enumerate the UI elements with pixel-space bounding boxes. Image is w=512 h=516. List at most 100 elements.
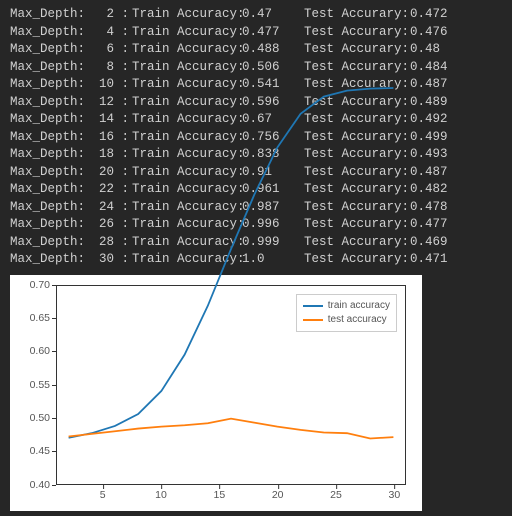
test-value: 0.477 [410,216,450,234]
output-row: Max_Depth: 28 :Train Accuracy:0.999Test … [10,234,502,252]
y-tick-label: 0.40 [30,479,50,491]
output-row: Max_Depth: 6 :Train Accuracy:0.488Test A… [10,41,502,59]
test-label: Test Accurary: [304,111,410,129]
depth-label: Max_Depth: [10,129,88,147]
test-label: Test Accurary: [304,94,410,112]
y-tick: 0.45 [10,445,50,457]
depth-label: Max_Depth: [10,181,88,199]
train-label: Train Accuracy: [132,129,242,147]
separator: : [114,76,132,94]
test-value: 0.48 [410,41,450,59]
test-label: Test Accurary: [304,146,410,164]
test-value: 0.487 [410,164,450,182]
train-label: Train Accuracy: [132,59,242,77]
output-row: Max_Depth: 18 :Train Accuracy:0.838Test … [10,146,502,164]
depth-value: 30 [88,251,114,269]
y-tick-label: 0.65 [30,312,50,324]
depth-label: Max_Depth: [10,234,88,252]
x-tick: 5 [100,489,106,501]
x-tick: 30 [388,489,400,501]
train-label: Train Accuracy: [132,181,242,199]
test-value: 0.492 [410,111,450,129]
test-label: Test Accurary: [304,41,410,59]
test-value: 0.478 [410,199,450,217]
x-tick-label: 10 [155,489,167,501]
test-label: Test Accurary: [304,251,410,269]
x-tick: 25 [330,489,342,501]
y-tick: 0.70 [10,279,50,291]
depth-value: 28 [88,234,114,252]
test-label: Test Accurary: [304,129,410,147]
legend-swatch [303,305,323,307]
separator: : [114,24,132,42]
test-value: 0.487 [410,76,450,94]
depth-value: 16 [88,129,114,147]
legend-label: train accuracy [328,300,390,311]
train-label: Train Accuracy: [132,76,242,94]
separator: : [114,59,132,77]
train-label: Train Accuracy: [132,146,242,164]
separator: : [114,251,132,269]
output-row: Max_Depth: 20 :Train Accuracy:0.91Test A… [10,164,502,182]
console-output: Max_Depth: 2 :Train Accuracy:0.47Test Ac… [10,6,502,269]
test-value: 0.469 [410,234,450,252]
chart-legend: train accuracy test accuracy [296,294,397,332]
depth-label: Max_Depth: [10,41,88,59]
output-row: Max_Depth: 16 :Train Accuracy:0.756Test … [10,129,502,147]
depth-label: Max_Depth: [10,76,88,94]
separator: : [114,41,132,59]
output-row: Max_Depth: 30 :Train Accuracy:1.0Test Ac… [10,251,502,269]
test-value: 0.471 [410,251,450,269]
train-label: Train Accuracy: [132,164,242,182]
separator: : [114,146,132,164]
legend-item: train accuracy [303,299,390,313]
train-label: Train Accuracy: [132,199,242,217]
x-tick-label: 5 [100,489,106,501]
separator: : [114,111,132,129]
train-label: Train Accuracy: [132,234,242,252]
separator: : [114,6,132,24]
test-value: 0.472 [410,6,450,24]
x-tick: 20 [272,489,284,501]
train-label: Train Accuracy: [132,216,242,234]
separator: : [114,164,132,182]
train-value: 1.0 [242,251,282,269]
depth-label: Max_Depth: [10,251,88,269]
depth-label: Max_Depth: [10,24,88,42]
y-tick: 0.40 [10,479,50,491]
test-label: Test Accurary: [304,234,410,252]
y-tick-label: 0.60 [30,345,50,357]
test-value: 0.499 [410,129,450,147]
depth-value: 6 [88,41,114,59]
separator: : [114,216,132,234]
depth-value: 12 [88,94,114,112]
depth-label: Max_Depth: [10,199,88,217]
separator: : [114,181,132,199]
depth-label: Max_Depth: [10,6,88,24]
train-label: Train Accuracy: [132,41,242,59]
series-line [69,418,394,438]
plot-area: train accuracy test accuracy [56,285,406,485]
train-value: 0.756 [242,129,282,147]
y-tick-label: 0.45 [30,445,50,457]
legend-label: test accuracy [328,314,387,325]
x-tick: 15 [213,489,225,501]
output-row: Max_Depth: 14 :Train Accuracy:0.67Test A… [10,111,502,129]
train-label: Train Accuracy: [132,6,242,24]
output-row: Max_Depth: 12 :Train Accuracy:0.596Test … [10,94,502,112]
depth-value: 4 [88,24,114,42]
y-tick-label: 0.55 [30,379,50,391]
depth-value: 22 [88,181,114,199]
train-value: 0.596 [242,94,282,112]
test-label: Test Accurary: [304,24,410,42]
x-tick-label: 30 [388,489,400,501]
output-row: Max_Depth: 8 :Train Accuracy:0.506Test A… [10,59,502,77]
y-tick-label: 0.70 [30,279,50,291]
test-label: Test Accurary: [304,216,410,234]
y-tick: 0.65 [10,312,50,324]
train-value: 0.541 [242,76,282,94]
depth-value: 18 [88,146,114,164]
depth-label: Max_Depth: [10,94,88,112]
legend-swatch [303,319,323,321]
depth-label: Max_Depth: [10,59,88,77]
